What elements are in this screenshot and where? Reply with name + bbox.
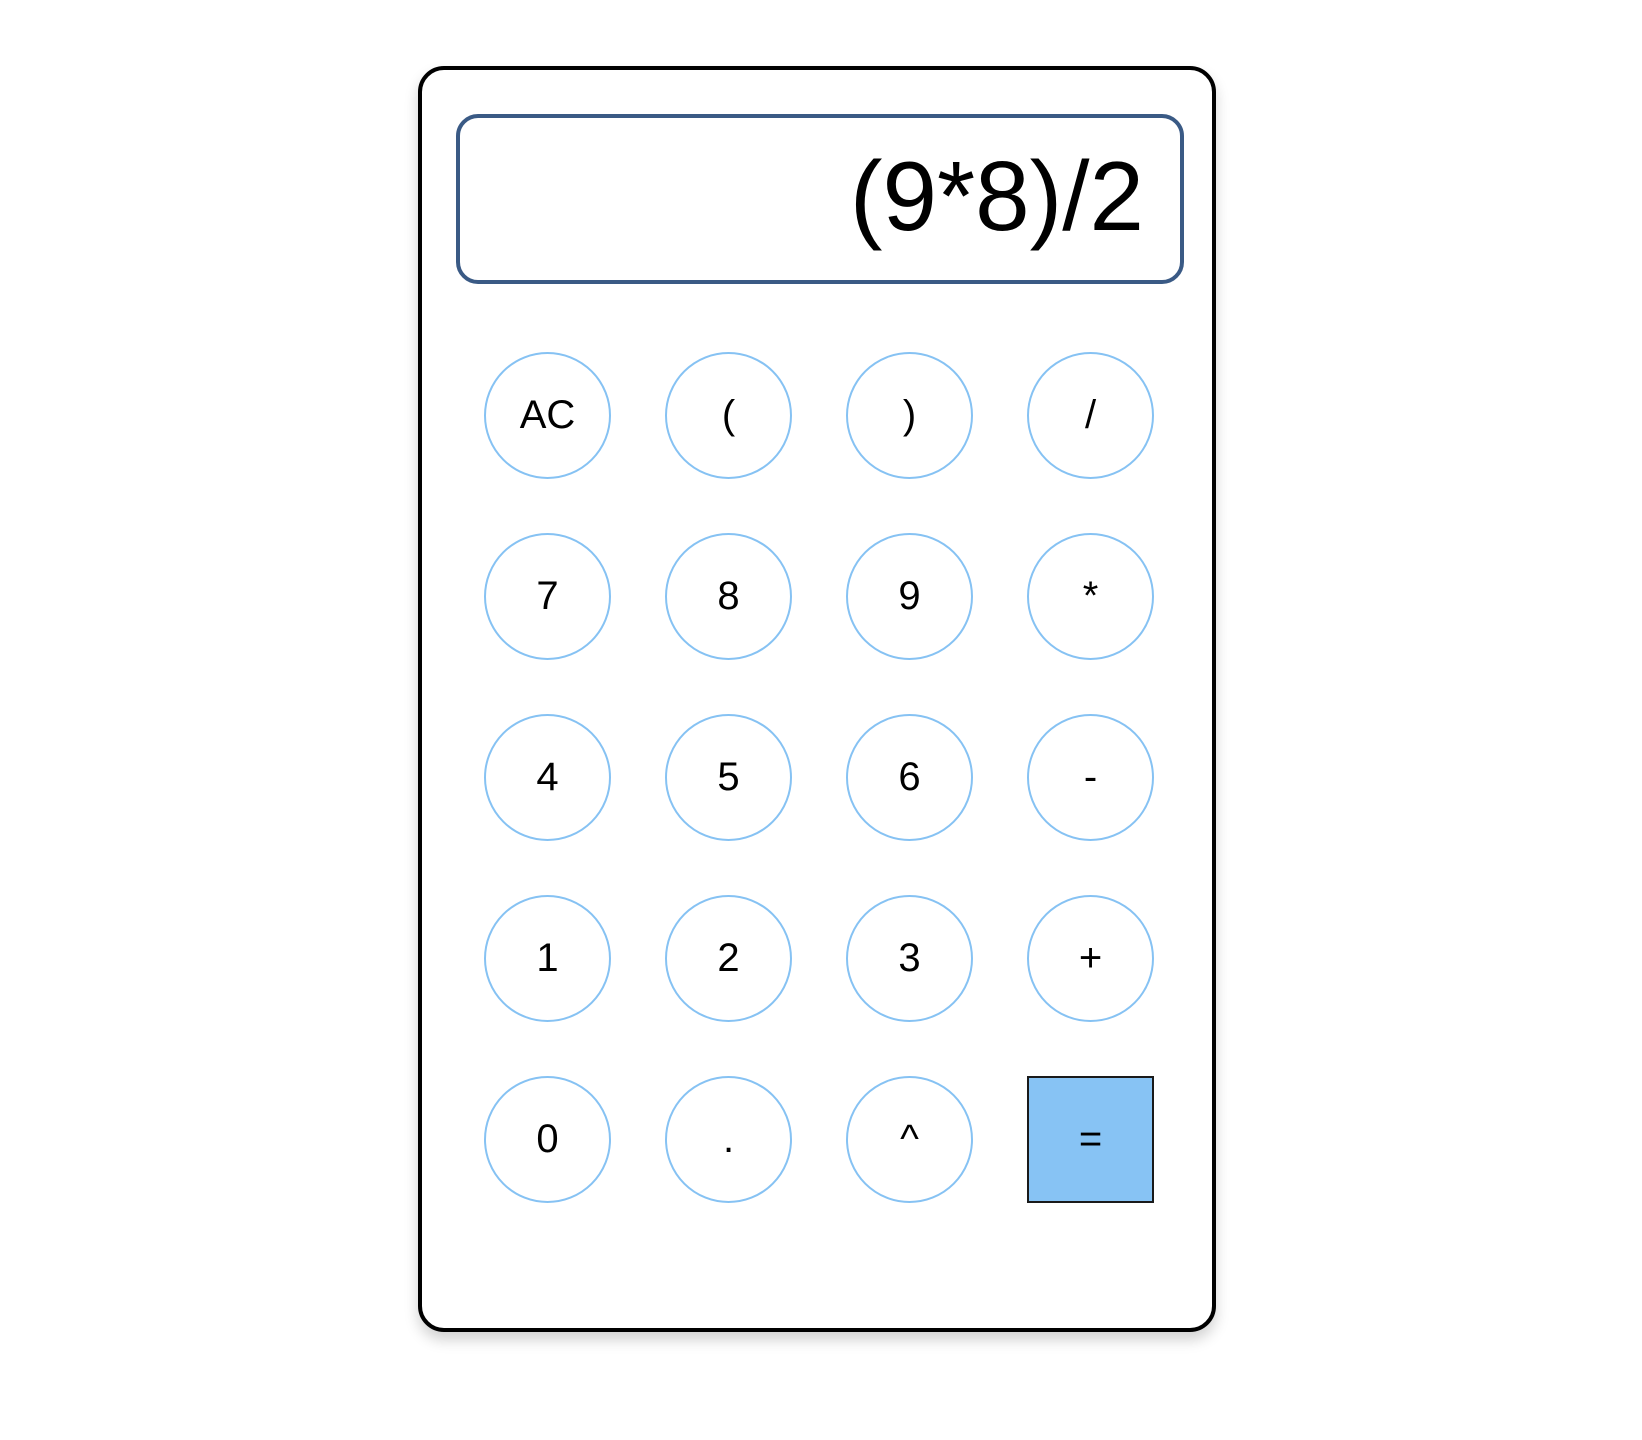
display: (9*8)/2 <box>456 114 1184 284</box>
open-paren-button[interactable]: ( <box>665 352 792 479</box>
divide-button[interactable]: / <box>1027 352 1154 479</box>
add-button[interactable]: + <box>1027 895 1154 1022</box>
digit-1-button[interactable]: 1 <box>484 895 611 1022</box>
calculator: (9*8)/2 AC ( ) / 7 8 9 * 4 5 6 - 1 2 3 +… <box>418 66 1216 1332</box>
keypad: AC ( ) / 7 8 9 * 4 5 6 - 1 2 3 + 0 . ^ = <box>484 352 1154 1203</box>
power-button[interactable]: ^ <box>846 1076 973 1203</box>
digit-6-button[interactable]: 6 <box>846 714 973 841</box>
digit-4-button[interactable]: 4 <box>484 714 611 841</box>
clear-button[interactable]: AC <box>484 352 611 479</box>
digit-7-button[interactable]: 7 <box>484 533 611 660</box>
digit-3-button[interactable]: 3 <box>846 895 973 1022</box>
equals-button[interactable]: = <box>1027 1076 1154 1203</box>
digit-8-button[interactable]: 8 <box>665 533 792 660</box>
multiply-button[interactable]: * <box>1027 533 1154 660</box>
digit-0-button[interactable]: 0 <box>484 1076 611 1203</box>
subtract-button[interactable]: - <box>1027 714 1154 841</box>
decimal-button[interactable]: . <box>665 1076 792 1203</box>
digit-5-button[interactable]: 5 <box>665 714 792 841</box>
digit-2-button[interactable]: 2 <box>665 895 792 1022</box>
display-value: (9*8)/2 <box>849 141 1144 251</box>
digit-9-button[interactable]: 9 <box>846 533 973 660</box>
close-paren-button[interactable]: ) <box>846 352 973 479</box>
